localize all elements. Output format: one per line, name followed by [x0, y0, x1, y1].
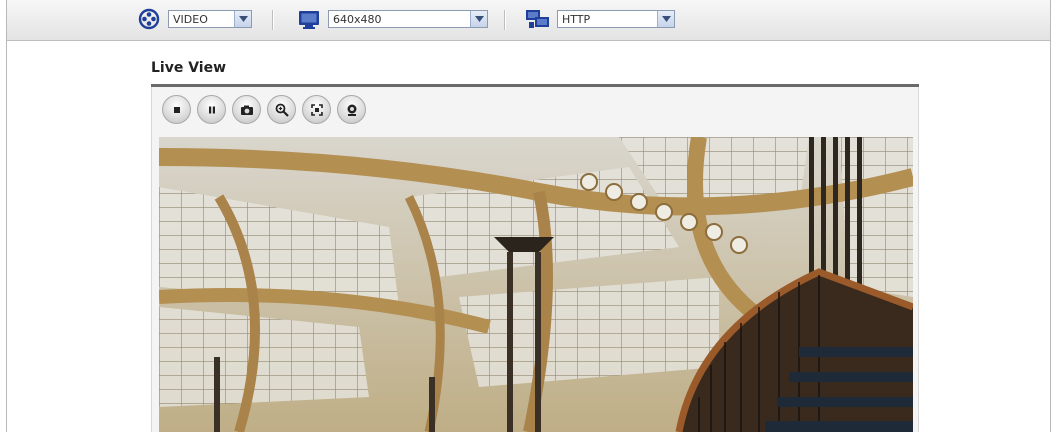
stop-icon: [173, 106, 180, 113]
stop-button[interactable]: [162, 95, 191, 124]
protocol-control: HTTP: [525, 8, 675, 30]
pause-button[interactable]: [197, 95, 226, 124]
stream-type-select[interactable]: VIDEO: [168, 10, 252, 28]
resolution-select[interactable]: 640x480: [328, 10, 488, 28]
record-icon: [347, 104, 356, 116]
snapshot-button[interactable]: [232, 95, 261, 124]
zoom-button[interactable]: [267, 95, 296, 124]
record-button[interactable]: [337, 95, 366, 124]
fullscreen-icon: [310, 103, 323, 116]
monitor-icon: [296, 8, 322, 30]
page-border-right: [1050, 0, 1051, 432]
stream-type-control: VIDEO: [136, 8, 252, 30]
pause-icon: [208, 106, 215, 113]
live-video-frame[interactable]: [159, 137, 913, 432]
page-title: Live View: [151, 60, 227, 76]
resolution-value: 640x480: [333, 12, 382, 26]
camera-icon: [240, 105, 253, 115]
protocol-value: HTTP: [562, 12, 591, 26]
resolution-control: 640x480: [296, 8, 488, 30]
playback-controls: [162, 95, 366, 125]
page-border-left: [6, 0, 7, 432]
magnifier-zoom-icon: [275, 103, 289, 117]
stream-type-value: VIDEO: [173, 12, 208, 26]
video-reel-icon: [136, 8, 162, 30]
protocol-select[interactable]: HTTP: [557, 10, 675, 28]
chevron-down-icon[interactable]: [234, 11, 251, 27]
chevron-down-icon[interactable]: [657, 11, 674, 27]
toolbar-separator: [272, 10, 274, 30]
chevron-down-icon[interactable]: [470, 11, 487, 27]
toolbar-separator: [504, 10, 506, 30]
network-computer-icon: [525, 8, 551, 30]
fullscreen-button[interactable]: [302, 95, 331, 124]
live-video-image: [159, 137, 913, 432]
